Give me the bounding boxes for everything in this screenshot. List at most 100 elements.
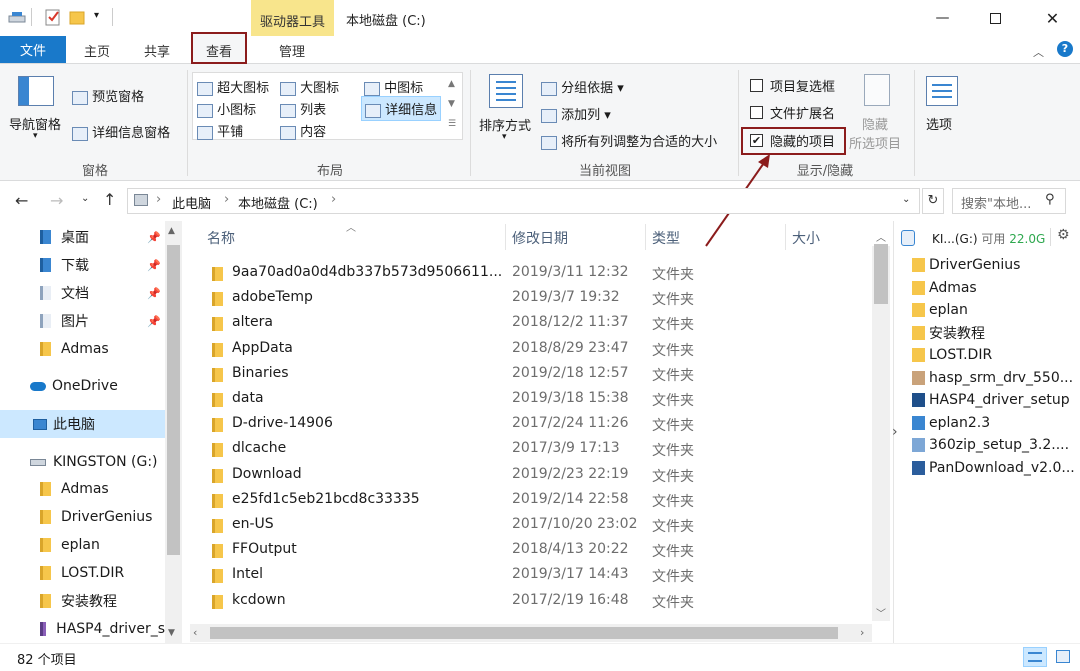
breadcrumb-drive[interactable]: 本地磁盘 (C:) <box>238 193 318 212</box>
large-icons-toggle[interactable] <box>1051 647 1075 667</box>
layout-extra-large[interactable]: 超大图标 <box>197 77 269 96</box>
pin-icon[interactable]: 📌 <box>147 259 161 272</box>
layout-details[interactable]: 详细信息 <box>361 96 442 121</box>
address-bar[interactable]: › 此电脑 › 本地磁盘 (C:) › <box>127 188 920 214</box>
column-header-name[interactable]: 名称 <box>207 228 235 248</box>
layout-list[interactable]: 列表 <box>280 99 326 118</box>
add-columns-button[interactable]: 添加列 ▾ <box>541 104 611 123</box>
table-row[interactable]: FFOutput 2018/4/13 20:22 文件夹 <box>190 538 870 563</box>
options-button[interactable]: 选项 <box>926 114 952 133</box>
table-row[interactable]: adobeTemp 2019/3/7 19:32 文件夹 <box>190 286 870 311</box>
layout-content[interactable]: 内容 <box>280 121 326 140</box>
layout-tiles[interactable]: 平铺 <box>197 121 243 140</box>
nav-item-tutorial[interactable]: 安装教程 <box>0 587 165 615</box>
details-view-toggle[interactable] <box>1023 647 1047 667</box>
table-row[interactable]: D-drive-14906 2017/2/24 11:26 文件夹 <box>190 412 870 437</box>
table-row[interactable]: AppData 2018/8/29 23:47 文件夹 <box>190 337 870 362</box>
pin-icon[interactable]: 📌 <box>147 287 161 300</box>
maximize-button[interactable] <box>968 0 1023 36</box>
preview-list-item[interactable]: eplan <box>912 299 968 321</box>
recent-locations-icon[interactable]: ⌄ <box>81 193 89 204</box>
file-scroll-thumb[interactable] <box>874 244 888 304</box>
scroll-up-icon[interactable]: ︿ <box>876 229 886 244</box>
collapse-ribbon-icon[interactable]: ︿ <box>1033 44 1044 60</box>
table-row[interactable]: 9aa70ad0a0d4db337b573d9506611... 2019/3/1… <box>190 261 870 286</box>
table-row[interactable]: Intel 2019/3/17 14:43 文件夹 <box>190 563 870 588</box>
nav-item-pictures[interactable]: 图片 📌 <box>0 307 165 335</box>
preview-list-item[interactable]: eplan2.3 <box>912 412 990 434</box>
close-button[interactable]: ✕ <box>1025 0 1080 36</box>
tab-file[interactable]: 文件 <box>0 36 66 63</box>
nav-item-documents[interactable]: 文档 📌 <box>0 279 165 307</box>
tab-manage[interactable]: 管理 <box>266 36 318 64</box>
scroll-down-icon[interactable]: ﹀ <box>876 605 886 620</box>
preview-list-item[interactable]: 360zip_setup_3.2.... <box>912 434 1069 456</box>
group-by-button[interactable]: 分组依据 ▾ <box>541 77 624 96</box>
gallery-scroll[interactable]: ▲ ▼ ☰ <box>448 74 456 134</box>
nav-item-onedrive[interactable]: OneDrive <box>0 372 165 400</box>
nav-item-admas[interactable]: Admas <box>0 475 165 503</box>
column-header-type[interactable]: 类型 <box>652 228 680 248</box>
column-divider[interactable] <box>785 224 786 250</box>
nav-item-lostdir[interactable]: LOST.DIR <box>0 559 165 587</box>
chevron-down-icon[interactable]: ▾ <box>33 131 38 141</box>
layout-small[interactable]: 小图标 <box>197 99 256 118</box>
scroll-up-icon[interactable]: ▲ <box>168 226 175 236</box>
column-divider[interactable] <box>505 224 506 250</box>
file-extensions-checkbox[interactable] <box>750 106 763 119</box>
up-icon[interactable]: ↑ <box>103 190 116 209</box>
size-columns-button[interactable]: 将所有列调整为合适的大小 <box>541 131 717 150</box>
pin-icon[interactable]: 📌 <box>147 231 161 244</box>
details-pane-button[interactable]: 详细信息窗格 <box>72 122 170 141</box>
preview-list-item[interactable]: hasp_srm_drv_550... <box>912 367 1073 389</box>
table-row[interactable]: kcdown 2017/2/19 16:48 文件夹 <box>190 589 870 614</box>
table-row[interactable]: dlcache 2017/3/9 17:13 文件夹 <box>190 437 870 462</box>
table-row[interactable]: altera 2018/12/2 11:37 文件夹 <box>190 311 870 336</box>
preview-list-item[interactable]: DriverGenius <box>912 254 1020 276</box>
preview-list-item[interactable]: Admas <box>912 277 977 299</box>
tab-view[interactable]: 查看 <box>191 36 247 64</box>
item-checkboxes-checkbox[interactable] <box>750 79 763 92</box>
table-row[interactable]: en-US 2017/10/20 23:02 文件夹 <box>190 513 870 538</box>
column-header-date[interactable]: 修改日期 <box>512 228 568 248</box>
preview-list-item[interactable]: HASP4_driver_setup <box>912 389 1070 411</box>
column-divider[interactable] <box>645 224 646 250</box>
nav-item-eplan[interactable]: eplan <box>0 531 165 559</box>
minimize-button[interactable]: — <box>915 0 970 36</box>
h-scroll-thumb[interactable] <box>210 627 838 639</box>
gear-icon[interactable]: ⚙ <box>1057 227 1070 243</box>
back-icon[interactable]: ← <box>15 191 28 210</box>
help-icon[interactable]: ? <box>1057 41 1073 57</box>
chevron-down-icon[interactable]: ▾ <box>502 132 507 142</box>
nav-item-hasp4[interactable]: HASP4_driver_s <box>0 615 165 643</box>
customize-quick-access-icon[interactable]: ▾ <box>94 10 99 21</box>
table-row[interactable]: Binaries 2019/2/18 12:57 文件夹 <box>190 362 870 387</box>
hidden-items-checkbox[interactable]: ✔ <box>750 134 763 147</box>
new-folder-icon[interactable] <box>68 8 86 26</box>
nav-item-downloads[interactable]: 下载 📌 <box>0 251 165 279</box>
nav-item-this-pc[interactable]: 此电脑 <box>0 410 165 438</box>
nav-scroll-thumb[interactable] <box>167 245 180 555</box>
tab-home[interactable]: 主页 <box>72 36 122 64</box>
nav-item-desktop[interactable]: 桌面 📌 <box>0 223 165 251</box>
chevron-right-icon[interactable]: › <box>892 424 898 440</box>
scroll-down-icon[interactable]: ▼ <box>168 628 175 638</box>
nav-item-kingston[interactable]: KINGSTON (G:) <box>0 448 165 476</box>
layout-large[interactable]: 大图标 <box>280 77 339 96</box>
properties-icon[interactable] <box>44 8 62 26</box>
search-input[interactable]: 搜索"本地... ⚲ <box>952 188 1066 214</box>
table-row[interactable]: Download 2019/2/23 22:19 文件夹 <box>190 463 870 488</box>
preview-pane-button[interactable]: 预览窗格 <box>72 86 144 105</box>
forward-icon[interactable]: → <box>50 191 63 210</box>
pin-icon[interactable]: 📌 <box>147 315 161 328</box>
table-row[interactable]: data 2019/3/18 15:38 文件夹 <box>190 387 870 412</box>
refresh-icon[interactable]: ↻ <box>922 188 944 214</box>
layout-medium[interactable]: 中图标 <box>364 77 423 96</box>
scroll-right-icon[interactable]: › <box>860 626 864 639</box>
breadcrumb-this-pc[interactable]: 此电脑 <box>172 193 211 212</box>
column-header-size[interactable]: 大小 <box>792 228 820 248</box>
address-dropdown-icon[interactable]: ⌄ <box>902 194 910 205</box>
nav-item-drivergenius[interactable]: DriverGenius <box>0 503 165 531</box>
table-row[interactable]: e25fd1c5eb21bcd8c33335 2019/2/14 22:58 文件夹 <box>190 488 870 513</box>
nav-item-admas[interactable]: Admas <box>0 335 165 363</box>
